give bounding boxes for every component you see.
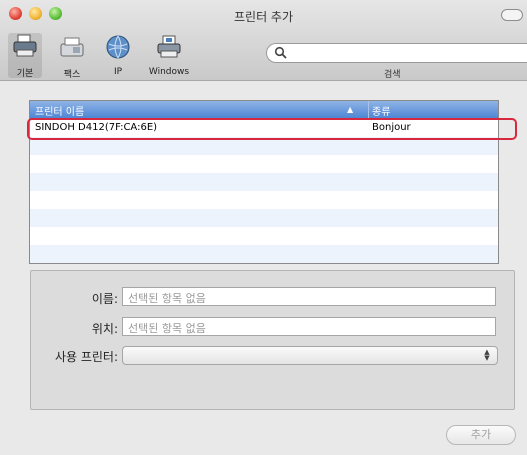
toolbar-fax-button[interactable]: 팩스 [47,34,97,80]
window-title: 프린터 추가 [233,10,293,24]
empty-row [30,227,498,245]
search-input[interactable] [266,43,527,63]
toolbar-default-label: 기본 [16,69,34,79]
empty-row [30,191,498,209]
column-header-printer-name[interactable]: 프린터 이름 [35,103,84,118]
default-printer-icon [13,34,37,57]
column-divider [368,101,369,118]
toolbar-windows-label: Windows [148,67,190,77]
fax-icon [60,37,84,57]
empty-row [30,173,498,191]
stepper-arrows-icon: ▲ ▼ [484,348,490,362]
list-header: 프린터 이름 ▲ 종류 [30,101,498,119]
name-label: 이름: [91,292,118,306]
empty-row [30,209,498,227]
driver-label: 사용 프린터: [54,350,118,364]
printer-list: 프린터 이름 ▲ 종류 SINDOH D412(7F:CA:6E) Bonjou… [29,100,499,264]
empty-row [30,155,498,173]
toolbar-fax-label: 팩스 [63,70,81,80]
toolbar-default-button[interactable]: 기본 [8,33,42,79]
search-label: 검색 [384,70,401,80]
sort-ascending-icon: ▲ [347,105,354,114]
column-header-kind[interactable]: 종류 [372,103,390,118]
table-row[interactable]: SINDOH D412(7F:CA:6E) Bonjour [30,119,498,137]
toolbar-toggle-button[interactable] [501,9,523,21]
location-field[interactable]: 선택된 항목 없음 [122,317,496,336]
add-button[interactable]: 추가 [446,425,516,445]
toolbar-ip-button[interactable]: IP [93,34,143,78]
search-icon [274,46,287,59]
location-label: 위치: [91,322,118,336]
empty-row [30,245,498,263]
title-bar: 프린터 추가 기본 팩스 IP Windows 검색 [0,0,527,81]
toolbar-ip-label: IP [113,67,123,77]
name-field[interactable]: 선택된 항목 없음 [122,287,496,306]
driver-select[interactable]: ▲ ▼ [122,346,498,365]
add-printer-window: 프린터 추가 기본 팩스 IP Windows 검색 프린터 이름 ▲ 종류 S… [0,0,527,455]
printer-kind-cell: Bonjour [372,122,411,133]
windows-printer-icon [157,35,181,58]
empty-row [30,137,498,155]
toolbar-windows-button[interactable]: Windows [144,34,194,78]
printer-name-cell: SINDOH D412(7F:CA:6E) [35,122,158,133]
globe-icon [106,35,130,59]
